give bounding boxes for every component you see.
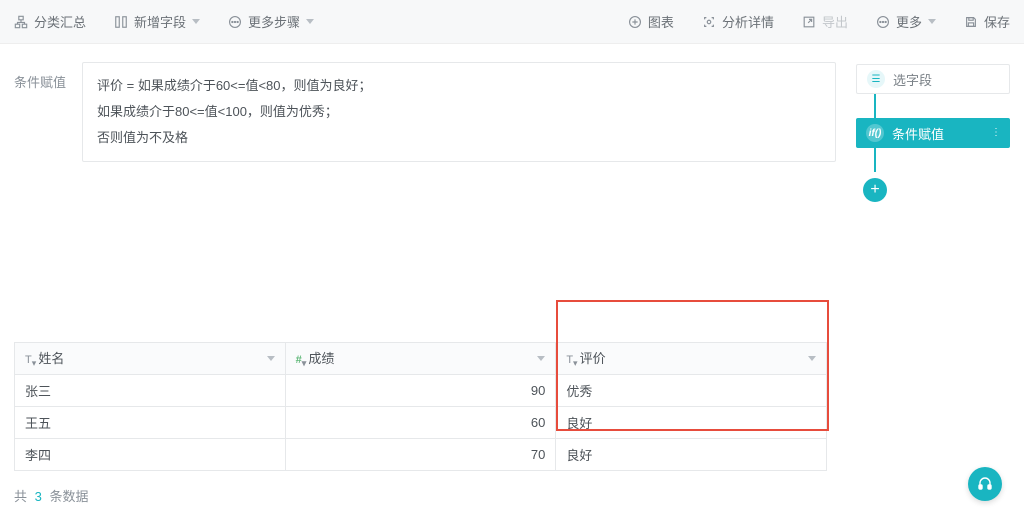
toolbar-moresteps[interactable]: 更多步骤 [228, 12, 314, 31]
condition-label: 条件赋值 [14, 62, 70, 91]
toolbar-category-label: 分类汇总 [34, 12, 86, 31]
save-icon [964, 15, 978, 29]
column-header-rating[interactable]: T▾评价 [556, 343, 827, 375]
scan-icon [702, 15, 716, 29]
condition-line: 如果成绩介于80<=值<100，则值为优秀； [97, 99, 821, 125]
export-icon [802, 15, 816, 29]
headset-icon [977, 476, 993, 492]
toolbar-newfield-label: 新增字段 [134, 12, 186, 31]
list-icon: ☰ [867, 70, 885, 88]
text-type-icon: T▾ [25, 354, 36, 366]
condition-line: 评价 = 如果成绩介于60<=值<80，则值为良好； [97, 73, 821, 99]
caret-down-icon [928, 19, 936, 24]
toolbar-more[interactable]: 更多 [876, 12, 936, 31]
condition-box[interactable]: 评价 = 如果成绩介于60<=值<80，则值为良好； 如果成绩介于80<=值<1… [82, 62, 836, 162]
toolbar-export-label: 导出 [822, 12, 848, 31]
step-connector [874, 148, 876, 172]
footer-suffix: 条数据 [50, 489, 89, 504]
step-select-label: 选字段 [893, 70, 932, 89]
column-header-name[interactable]: T▾姓名 [15, 343, 286, 375]
kebab-icon[interactable]: ⋮ [991, 129, 1002, 137]
table-header-row: T▾姓名 #▾成绩 T▾评价 [15, 343, 827, 375]
toolbar-save[interactable]: 保存 [964, 12, 1010, 31]
condition-line: 否则值为不及格 [97, 125, 821, 151]
step-condition-label: 条件赋值 [892, 124, 944, 143]
text-type-icon: T▾ [566, 354, 577, 366]
data-table: T▾姓名 #▾成绩 T▾评价 张三90优秀 王五60良好 李四70良好 [14, 342, 827, 471]
plus-circle-icon [628, 15, 642, 29]
column-header-score[interactable]: #▾成绩 [285, 343, 556, 375]
toolbar: 分类汇总 新增字段 更多步骤 图表 分析详情 导出 更多 [0, 0, 1024, 44]
caret-down-icon [537, 356, 545, 361]
toolbar-detail[interactable]: 分析详情 [702, 12, 774, 31]
cell-name[interactable]: 张三 [15, 375, 286, 407]
step-connector [874, 94, 876, 118]
cell-rating[interactable]: 良好 [556, 439, 827, 471]
ellipsis-circle-icon [228, 15, 242, 29]
number-type-icon: #▾ [296, 354, 307, 366]
toolbar-more-label: 更多 [896, 12, 922, 31]
toolbar-export: 导出 [802, 12, 848, 31]
main-panel: 条件赋值 评价 = 如果成绩介于60<=值<80，则值为良好； 如果成绩介于80… [14, 62, 836, 202]
cell-score[interactable]: 90 [285, 375, 556, 407]
hierarchy-icon [14, 15, 28, 29]
toolbar-chart[interactable]: 图表 [628, 12, 674, 31]
step-condition[interactable]: if() 条件赋值 ⋮ [856, 118, 1010, 148]
if-icon: if() [866, 124, 884, 142]
footer-prefix: 共 [14, 489, 27, 504]
table-row: 张三90优秀 [15, 375, 827, 407]
cell-score[interactable]: 70 [285, 439, 556, 471]
toolbar-chart-label: 图表 [648, 12, 674, 31]
table-row: 王五60良好 [15, 407, 827, 439]
cell-rating[interactable]: 优秀 [556, 375, 827, 407]
toolbar-moresteps-label: 更多步骤 [248, 12, 300, 31]
table-wrap: T▾姓名 #▾成绩 T▾评价 张三90优秀 王五60良好 李四70良好 [14, 342, 1010, 471]
cell-score[interactable]: 60 [285, 407, 556, 439]
ellipsis-circle-icon [876, 15, 890, 29]
caret-down-icon [267, 356, 275, 361]
cell-name[interactable]: 李四 [15, 439, 286, 471]
footer: 共 3 条数据 [14, 486, 89, 505]
toolbar-save-label: 保存 [984, 12, 1010, 31]
toolbar-category[interactable]: 分类汇总 [14, 12, 86, 31]
caret-down-icon [808, 356, 816, 361]
toolbar-left: 分类汇总 新增字段 更多步骤 [14, 12, 314, 31]
toolbar-newfield[interactable]: 新增字段 [114, 12, 200, 31]
caret-down-icon [192, 19, 200, 24]
step-select-fields[interactable]: ☰ 选字段 [856, 64, 1010, 94]
cell-name[interactable]: 王五 [15, 407, 286, 439]
table-body: 张三90优秀 王五60良好 李四70良好 [15, 375, 827, 471]
footer-count: 3 [35, 489, 42, 504]
help-fab[interactable] [968, 467, 1002, 501]
toolbar-right: 图表 分析详情 导出 更多 保存 [628, 12, 1010, 31]
add-step-button[interactable]: + [863, 178, 887, 202]
cell-rating[interactable]: 良好 [556, 407, 827, 439]
content: 条件赋值 评价 = 如果成绩介于60<=值<80，则值为良好； 如果成绩介于80… [0, 44, 1024, 202]
table-row: 李四70良好 [15, 439, 827, 471]
condition-row: 条件赋值 评价 = 如果成绩介于60<=值<80，则值为良好； 如果成绩介于80… [14, 62, 836, 162]
column-icon [114, 15, 128, 29]
caret-down-icon [306, 19, 314, 24]
toolbar-detail-label: 分析详情 [722, 12, 774, 31]
side-panel: ☰ 选字段 if() 条件赋值 ⋮ + [856, 62, 1010, 202]
